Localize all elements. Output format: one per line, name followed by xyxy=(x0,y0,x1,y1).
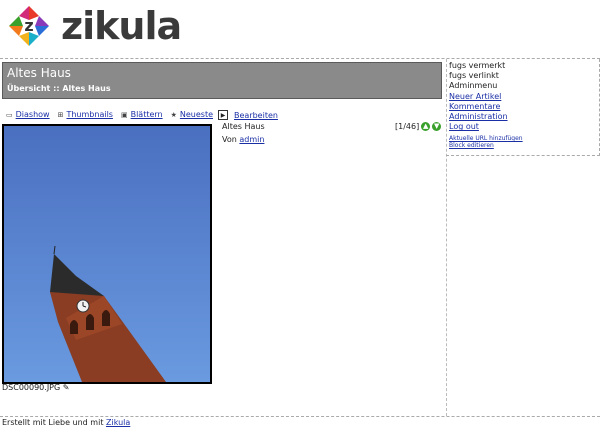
church-tower-photo xyxy=(4,126,210,382)
sidebar-link-logout[interactable]: Log out xyxy=(449,122,479,131)
view-toolbar: ▭ Diashow ⊞ Thumbnails ▣ Blättern ★ Neue… xyxy=(6,110,213,119)
browse-link[interactable]: ▣ Blättern xyxy=(121,110,163,119)
sidebar-link-new-article[interactable]: Neuer Artikel xyxy=(449,92,501,101)
add-url-link[interactable]: Aktuelle URL hinzufügen xyxy=(449,135,523,142)
footer-link[interactable]: Zikula xyxy=(106,418,130,427)
pencil-icon[interactable]: ✎ xyxy=(63,383,70,392)
arrow-up-icon[interactable]: ▲ xyxy=(421,122,431,131)
svg-text:z: z xyxy=(24,16,33,35)
album-header: Altes Haus Übersicht :: Altes Haus xyxy=(2,62,442,99)
arrow-down-icon[interactable]: ▼ xyxy=(432,122,442,131)
edit-panel: ▶ Bearbeiten xyxy=(218,110,444,120)
edit-block-link[interactable]: Block editieren xyxy=(449,142,494,149)
slideshow-icon: ▭ xyxy=(6,110,13,119)
photo-counter: [1/46] ▲ ▼ xyxy=(395,122,442,131)
play-icon[interactable]: ▶ xyxy=(218,110,228,120)
newest-label[interactable]: Neueste xyxy=(180,110,213,119)
thumbnails-label[interactable]: Thumbnails xyxy=(66,110,112,119)
photo-byline: Von admin xyxy=(222,135,264,144)
newest-link[interactable]: ★ Neueste xyxy=(171,110,213,119)
photo-image[interactable] xyxy=(2,124,212,384)
photo-title: Altes Haus xyxy=(222,122,265,131)
photo-filename: DSC00090.JPG ✎ xyxy=(2,383,69,392)
site-logo[interactable]: z zikula xyxy=(3,2,182,50)
logo-text: zikula xyxy=(61,4,182,48)
footer-text: Erstellt mit Liebe und mit xyxy=(2,418,104,427)
thumbnails-link[interactable]: ⊞ Thumbnails xyxy=(58,110,113,119)
divider-bottom xyxy=(0,416,600,417)
sidebar-item: fugs verlinkt xyxy=(449,71,499,81)
counter-text: [1/46] xyxy=(395,122,420,131)
slideshow-link[interactable]: ▭ Diashow xyxy=(6,110,50,119)
slideshow-label[interactable]: Diashow xyxy=(16,110,50,119)
author-link[interactable]: admin xyxy=(239,135,264,144)
breadcrumb[interactable]: Übersicht :: Altes Haus xyxy=(7,84,111,93)
browse-icon: ▣ xyxy=(120,110,128,119)
grid-icon: ⊞ xyxy=(57,110,64,119)
sidebar-link-comments[interactable]: Kommentare xyxy=(449,102,500,111)
zikula-logo-icon: z xyxy=(9,6,49,46)
sidebar-item: Adminmenu xyxy=(449,81,498,91)
footer: Erstellt mit Liebe und mit Zikula xyxy=(2,418,130,427)
sidebar-link-administration[interactable]: Administration xyxy=(449,112,508,121)
edit-link[interactable]: Bearbeiten xyxy=(234,111,278,120)
filename-text: DSC00090.JPG xyxy=(2,383,61,392)
page-title: Altes Haus xyxy=(7,66,71,80)
sidebar: fugs vermerkt fugs verlinkt Adminmenu Ne… xyxy=(449,61,523,149)
star-icon: ★ xyxy=(170,110,177,119)
edit-row: ▶ Bearbeiten xyxy=(218,110,444,120)
byline-prefix: Von xyxy=(222,135,237,144)
sidebar-item: fugs vermerkt xyxy=(449,61,506,70)
browse-label[interactable]: Blättern xyxy=(131,110,163,119)
